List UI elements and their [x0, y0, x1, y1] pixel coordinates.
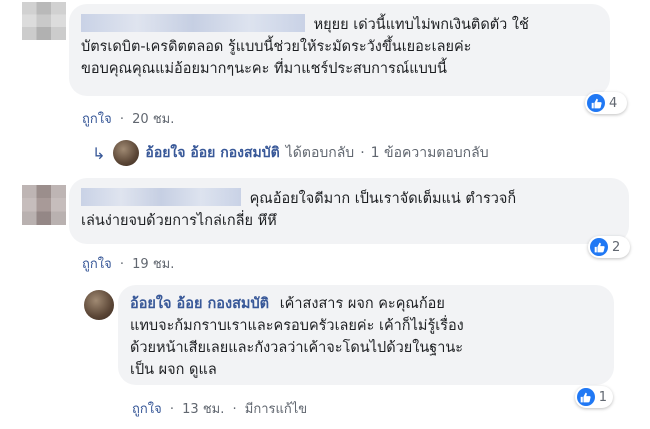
- timestamp[interactable]: 19 ชม.: [132, 257, 174, 272]
- thumbs-up-icon: [587, 94, 605, 112]
- comment-text-line: หยุยย เด่วนี้แทบไม่พกเงินติดตัว ใช้: [313, 17, 529, 33]
- reply-text-line: ด้วยหน้าเสียเลยและกังวลว่าเค้าจะโดนไปด้ว…: [130, 340, 464, 356]
- comment-bubble: หยุยย เด่วนี้แทบไม่พกเงินติดตัว ใช้ บัตร…: [69, 4, 610, 96]
- reaction-count[interactable]: 4: [585, 92, 627, 114]
- reply-text-line: เค้าสงสาร ผจก คะคุณก้อย: [279, 296, 445, 312]
- reply-text-line: เป็น ผจก ดูแล: [130, 362, 217, 378]
- like-link[interactable]: ถูกใจ: [82, 112, 112, 127]
- comment-text-line: เล่นง่ายจบด้วยการไกล่เกลี่ย หึหึ: [81, 213, 277, 229]
- reaction-count[interactable]: 2: [588, 236, 630, 258]
- thumbs-up-icon: [590, 238, 608, 256]
- timestamp[interactable]: 13 ชม.: [182, 402, 224, 417]
- edited-label[interactable]: มีการแก้ไข: [245, 402, 307, 417]
- comment-text-line: คุณอ้อยใจดีมาก เป็นเราจัดเต็มแน่ ตำรวจก็: [249, 191, 517, 207]
- comment-bubble: คุณอ้อยใจดีมาก เป็นเราจัดเต็มแน่ ตำรวจก็…: [69, 178, 629, 244]
- view-replies-link[interactable]: ↳ อ้อยใจ อ้อย กองสมบัติ ได้ตอบกลับ · 1 ข…: [92, 140, 489, 166]
- commenter-name[interactable]: [81, 188, 241, 206]
- comment-text-line: บัตรเดบิต-เครดิตตลอด รู้แบบนี้ช่วยให้ระม…: [81, 39, 472, 55]
- comment-actions: ถูกใจ · 19 ชม.: [82, 257, 175, 272]
- like-link[interactable]: ถูกใจ: [82, 257, 112, 272]
- reply-text-line: แทบจะก้มกราบเราและครอบครัวเลยค่ะ เค้าก็ไ…: [130, 318, 464, 334]
- reaction-count[interactable]: 1: [575, 386, 613, 408]
- thumbs-up-icon: [577, 388, 595, 406]
- reply-bubble: อ้อยใจ อ้อย กองสมบัติ เค้าสงสาร ผจก คะคุ…: [118, 285, 614, 385]
- comment-text-line: ขอบคุณคุณแม่อ้อยมากๆนะคะ ที่มาแชร์ประสบก…: [81, 61, 447, 77]
- like-link[interactable]: ถูกใจ: [132, 402, 162, 417]
- reply-actions: ถูกใจ · 13 ชม. · มีการแก้ไข: [132, 402, 308, 417]
- commenter-avatar[interactable]: [22, 185, 66, 225]
- commenter-avatar[interactable]: [22, 2, 66, 40]
- commenter-name[interactable]: [81, 14, 305, 32]
- replier-avatar[interactable]: [84, 290, 114, 320]
- replier-avatar: [113, 140, 140, 166]
- reply-arrow-icon: ↳: [92, 143, 106, 163]
- timestamp[interactable]: 20 ชม.: [132, 112, 174, 127]
- comment-actions: ถูกใจ · 20 ชม.: [82, 112, 175, 127]
- replier-name[interactable]: อ้อยใจ อ้อย กองสมบัติ: [130, 296, 269, 312]
